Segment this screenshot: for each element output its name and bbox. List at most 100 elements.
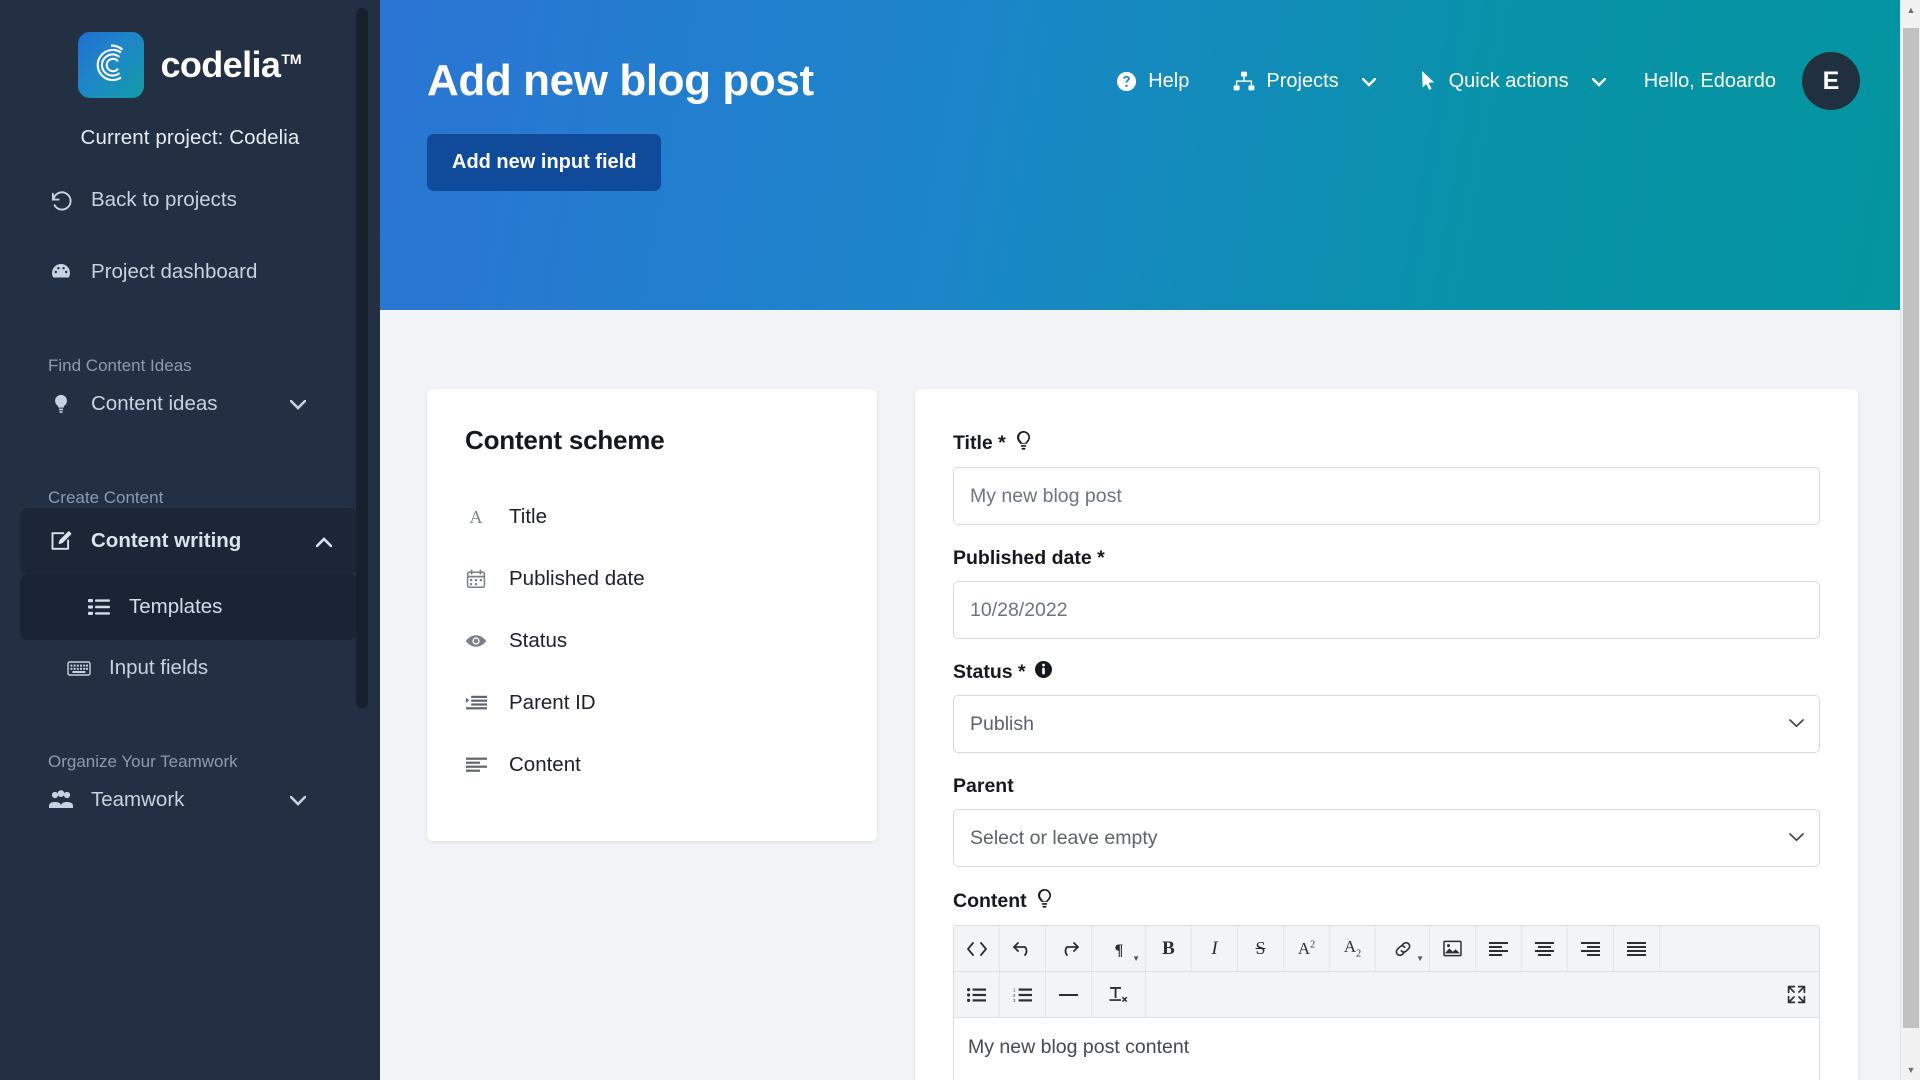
- clear-formatting-icon[interactable]: [1092, 972, 1146, 1017]
- bold-icon[interactable]: B: [1146, 926, 1192, 971]
- sidebar-scrollbar[interactable]: [356, 0, 368, 1080]
- chevron-down-icon: [1361, 70, 1376, 93]
- header-bar: Add new blog post Help Projects Quick ac…: [380, 0, 1920, 110]
- scheme-row-label: Published date: [509, 567, 645, 590]
- title-field-label: Title *: [953, 431, 1820, 456]
- sidebar-item-teamwork[interactable]: Teamwork: [0, 772, 380, 828]
- lightbulb-icon[interactable]: [1015, 431, 1032, 456]
- scheme-row-status[interactable]: Status: [427, 610, 877, 672]
- blog-post-form: Title * Published date *: [915, 389, 1858, 1080]
- align-center-icon[interactable]: [1522, 926, 1568, 971]
- field-group-parent: Parent Select or leave empty: [953, 775, 1820, 867]
- align-right-icon[interactable]: [1568, 926, 1614, 971]
- scrollbar-up-arrow-icon[interactable]: ▲: [1901, 0, 1920, 20]
- bullet-list-icon[interactable]: [954, 972, 1000, 1017]
- sidebar-item-back-to-projects[interactable]: Back to projects: [0, 172, 380, 228]
- scheme-row-published-date[interactable]: Published date: [427, 548, 877, 610]
- align-left-icon: [465, 757, 487, 773]
- scheme-row-content[interactable]: Content: [427, 734, 877, 796]
- field-group-published-date: Published date *: [953, 547, 1820, 639]
- content-area: Content scheme A Title Published date St…: [380, 337, 1920, 1080]
- lightbulb-icon[interactable]: [1036, 889, 1053, 914]
- brand-logo[interactable]: codeliaTM: [0, 0, 380, 98]
- paragraph-format-icon[interactable]: ¶ ▼: [1092, 926, 1146, 971]
- numbered-list-icon[interactable]: 123: [1000, 972, 1046, 1017]
- sidebar: codeliaTM Current project: Codelia Back …: [0, 0, 380, 1080]
- sidebar-group-label-create-content: Create Content: [48, 488, 164, 507]
- header-nav-projects[interactable]: Projects: [1211, 70, 1397, 93]
- add-new-input-field-button[interactable]: Add new input field: [427, 134, 662, 191]
- align-left-icon[interactable]: [1476, 926, 1522, 971]
- keyboard-icon: [66, 660, 92, 677]
- scrollbar-down-arrow-icon[interactable]: ▼: [1901, 1060, 1920, 1080]
- fullscreen-expand-icon[interactable]: [1773, 972, 1819, 1017]
- svg-text:3: 3: [1013, 998, 1016, 1002]
- editor-toolbar-row-1: ¶ ▼ B I S A2 A2 ▼: [954, 926, 1819, 972]
- parent-field-label: Parent: [953, 775, 1820, 798]
- mouse-pointer-icon: [1420, 70, 1438, 92]
- info-circle-icon[interactable]: [1034, 661, 1052, 684]
- sidebar-item-content-ideas[interactable]: Content ideas: [0, 376, 380, 432]
- scheme-row-parent-id[interactable]: Parent ID: [427, 672, 877, 734]
- sidebar-item-label: Templates: [129, 595, 223, 618]
- sidebar-item-input-fields[interactable]: Input fields: [0, 640, 380, 696]
- strikethrough-icon[interactable]: S: [1238, 926, 1284, 971]
- brand-name: codeliaTM: [160, 44, 301, 86]
- italic-icon[interactable]: I: [1192, 926, 1238, 971]
- field-group-status: Status * Publish: [953, 661, 1820, 753]
- content-scheme-panel: Content scheme A Title Published date St…: [427, 389, 877, 841]
- chevron-up-icon: [315, 529, 333, 553]
- status-field-label: Status *: [953, 661, 1820, 684]
- sidebar-group-label-organize-teamwork: Organize Your Teamwork: [48, 752, 238, 771]
- toolbar-row1-filler: [1660, 926, 1819, 971]
- align-justify-icon[interactable]: [1614, 926, 1660, 971]
- published-date-input[interactable]: [953, 581, 1820, 639]
- undo-icon[interactable]: [1000, 926, 1046, 971]
- redo-icon[interactable]: [1046, 926, 1092, 971]
- svg-text:¶: ¶: [1114, 942, 1123, 958]
- users-group-icon: [48, 790, 74, 810]
- scheme-row-label: Status: [509, 629, 568, 652]
- parent-select-wrap: Select or leave empty: [953, 809, 1820, 867]
- avatar[interactable]: E: [1802, 52, 1860, 110]
- brand-word: codelia: [160, 44, 281, 85]
- sidebar-item-content-writing[interactable]: Content writing: [20, 508, 358, 574]
- field-group-content: Content ¶ ▼ B I S A2 A2 ▼ 1 2 3 My new b…: [953, 889, 1820, 1080]
- header-nav-quick-actions[interactable]: Quick actions: [1398, 70, 1628, 93]
- title-label-text: Title *: [953, 432, 1006, 454]
- sidebar-item-label: Input fields: [109, 656, 209, 679]
- field-group-title: Title *: [953, 431, 1820, 525]
- header-nav-help[interactable]: Help: [1094, 70, 1211, 93]
- sidebar-scrollbar-thumb[interactable]: [356, 8, 368, 708]
- content-field-label: Content: [953, 889, 1820, 914]
- sidebar-item-label: Content ideas: [91, 392, 218, 415]
- calendar-icon: [465, 569, 487, 589]
- list-icon: [86, 598, 112, 616]
- subscript-icon[interactable]: A2: [1330, 926, 1376, 971]
- scheme-row-title[interactable]: A Title: [427, 486, 877, 548]
- page-scrollbar-thumb[interactable]: [1903, 28, 1919, 1028]
- svg-text:1: 1: [1013, 988, 1016, 992]
- content-scheme-list: A Title Published date Status Parent ID …: [427, 456, 877, 796]
- chevron-down-icon: ▼: [1132, 954, 1140, 963]
- sidebar-item-label: Project dashboard: [91, 260, 258, 283]
- horizontal-rule-icon[interactable]: [1046, 972, 1092, 1017]
- sidebar-item-templates[interactable]: Templates: [20, 574, 358, 640]
- source-code-icon[interactable]: [954, 926, 1000, 971]
- link-icon[interactable]: ▼: [1376, 926, 1430, 971]
- svg-text:A: A: [470, 507, 483, 527]
- insert-image-icon[interactable]: [1430, 926, 1476, 971]
- sidebar-group-label-find-content-ideas: Find Content Ideas: [48, 356, 192, 375]
- chevron-down-icon: [1591, 70, 1606, 93]
- status-select-wrap: Publish: [953, 695, 1820, 753]
- codelia-c-logo-icon: [78, 32, 145, 98]
- editor-content-area[interactable]: My new blog post content: [954, 1018, 1819, 1080]
- page-scrollbar[interactable]: ▲ ▼: [1900, 0, 1920, 1080]
- status-select[interactable]: Publish: [953, 695, 1820, 753]
- list-indent-icon: [465, 695, 487, 711]
- parent-select[interactable]: Select or leave empty: [953, 809, 1820, 867]
- title-input[interactable]: [953, 467, 1820, 525]
- sidebar-item-project-dashboard[interactable]: Project dashboard: [0, 244, 380, 300]
- page-title: Add new blog post: [427, 56, 814, 105]
- superscript-icon[interactable]: A2: [1284, 926, 1330, 971]
